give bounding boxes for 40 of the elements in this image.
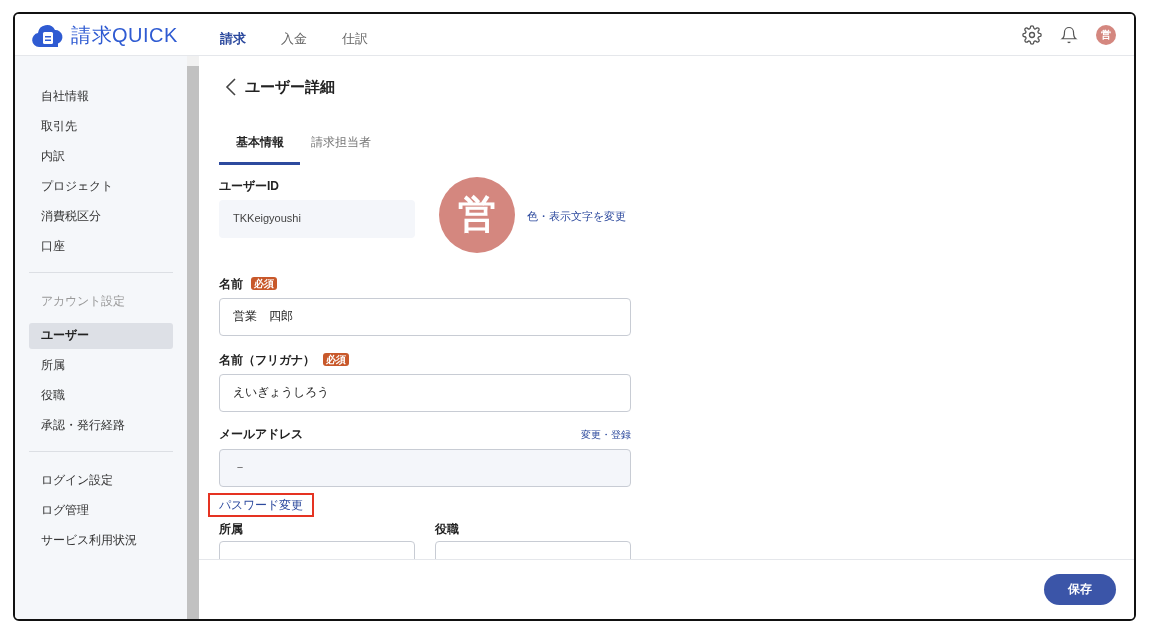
tab[interactable]: 請求担当者 xyxy=(300,124,381,165)
sidebar-item[interactable]: 所属 xyxy=(29,353,173,379)
sidebar-item[interactable]: ユーザー xyxy=(29,323,173,349)
field-label: 名前 xyxy=(219,276,243,291)
change-email-link[interactable]: 変更・登録 xyxy=(581,426,631,442)
app-logo: 請求QUICK xyxy=(71,22,178,48)
section-heading: アカウント設定 xyxy=(40,294,126,310)
sidebar-item[interactable]: サービス利用状況 xyxy=(29,528,173,554)
field-label: 所属 xyxy=(219,521,244,536)
field-label: 名前（フリガナ） xyxy=(219,352,315,367)
change-avatar-link[interactable]: 色・表示文字を変更 xyxy=(527,207,626,224)
sidebar-item[interactable]: ログイン設定 xyxy=(29,468,173,494)
sidebar-item[interactable]: 消費税区分 xyxy=(29,204,173,230)
cloud-document-icon xyxy=(31,22,65,47)
required-badge: 必須 xyxy=(251,277,277,290)
save-button[interactable]: 保存 xyxy=(1044,574,1116,605)
sidebar-item[interactable]: 承認・発行経路 xyxy=(29,413,173,439)
settings-icon[interactable] xyxy=(1022,24,1042,45)
nav-tab[interactable]: 入金 xyxy=(281,28,307,49)
nav-tab[interactable]: 請求 xyxy=(220,28,246,49)
sidebar-item[interactable]: ログ管理 xyxy=(29,498,173,524)
tab[interactable]: 基本情報 xyxy=(219,124,300,165)
field-label: 役職 xyxy=(435,521,460,536)
sidebar-item[interactable]: プロジェクト xyxy=(29,174,173,200)
nav-tab[interactable]: 仕訳 xyxy=(342,28,368,49)
password-change-link[interactable]: パスワード変更 xyxy=(208,492,314,517)
sidebar-item[interactable]: 内訳 xyxy=(29,144,173,170)
sidebar-item[interactable]: 取引先 xyxy=(29,114,173,140)
furigana-input[interactable]: えいぎょうしろう xyxy=(219,373,631,412)
page-title: ユーザー詳細 xyxy=(245,77,335,97)
field-label: ユーザーID xyxy=(219,178,279,193)
name-input[interactable]: 営業 四郎 xyxy=(219,297,631,336)
required-badge: 必須 xyxy=(323,353,349,366)
field-label: メールアドレス xyxy=(219,427,303,441)
sidebar-item[interactable]: 口座 xyxy=(29,234,173,260)
email-field: － xyxy=(219,448,631,487)
sidebar-item[interactable]: 役職 xyxy=(29,383,173,409)
bell-icon[interactable] xyxy=(1060,24,1078,45)
user-id-field: TKKeigyoushi xyxy=(219,199,415,238)
sidebar-item[interactable]: 自社情報 xyxy=(29,84,173,110)
